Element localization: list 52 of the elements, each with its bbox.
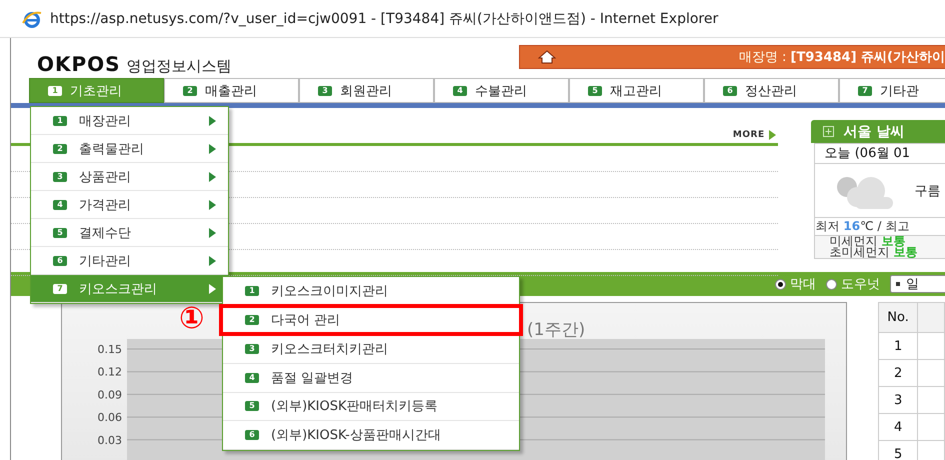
chart-title: (1주간) — [527, 320, 586, 340]
browser-icon — [22, 10, 42, 28]
menu-tab[interactable]: 7 기타관 — [839, 78, 945, 103]
store-name: 매장명 : [T93484] 쥬씨(가산하이 — [738, 49, 945, 66]
period-select[interactable]: 일 — [890, 275, 945, 293]
more-link[interactable]: MORE — [732, 130, 765, 140]
arrow-icon — [209, 144, 216, 154]
menu-tab[interactable]: 2 매출관리 — [164, 78, 299, 103]
dust-level-text: 초미세먼지 보통 — [830, 247, 918, 258]
arrow-icon — [209, 172, 216, 182]
system-name: 영업정보시스템 — [126, 57, 232, 76]
table-cell: 3 — [878, 386, 918, 414]
arrow-icon — [209, 256, 216, 266]
submenu-item[interactable]: 3 키오스크터치키관리 — [223, 336, 519, 364]
menu-item[interactable]: 5 결제수단 — [31, 219, 228, 247]
logo: OKPOS — [37, 52, 121, 76]
y-axis-label: 0.12 — [98, 366, 122, 379]
submenu-item[interactable]: 4 품절 일괄변경 — [223, 364, 519, 392]
weather-condition: 구름 — [914, 182, 941, 200]
step-number: ① — [179, 303, 204, 335]
table-cell: 4 — [878, 414, 918, 440]
dust-level-text: 미세먼지 보통 — [830, 236, 906, 247]
table-cell: 5 — [878, 440, 918, 460]
menu-tab[interactable]: 3 회원관리 — [299, 78, 434, 103]
arrow-icon — [209, 284, 216, 294]
table-cell: 1 — [878, 332, 918, 360]
menu-item[interactable]: 4 가격관리 — [31, 191, 228, 219]
menu-tab[interactable]: 6 정산관리 — [704, 78, 839, 103]
submenu-item[interactable]: 6 (외부)KIOSK-상품판매시간대 — [223, 421, 519, 450]
home-icon[interactable] — [538, 50, 556, 64]
submenu-item[interactable]: 1 키오스크이미지관리 — [223, 277, 519, 306]
y-axis-label: 0.09 — [98, 388, 122, 402]
menu-tab[interactable]: 4 수불관리 — [434, 78, 569, 103]
arrow-icon — [768, 130, 776, 140]
menu-tab[interactable]: 5 재고관리 — [569, 78, 704, 103]
submenu-item[interactable]: 2 다국어 관리 — [219, 304, 523, 336]
menu-item[interactable]: 2 출력물관리 — [31, 135, 228, 163]
arrow-icon — [209, 228, 216, 238]
table-cell: 2 — [878, 360, 918, 386]
menu-item[interactable]: 7 키오스크관리 — [31, 275, 228, 303]
arrow-icon — [209, 200, 216, 210]
y-axis-label: 0.03 — [98, 434, 122, 447]
y-axis-label: 0.15 — [98, 343, 122, 356]
window-title: https://asp.netusys.com/?v_user_id=cjw0091 - [T93484] 쥬씨(가산하이앤드점) - Internet Explorer — [50, 10, 718, 28]
column-header: No. — [878, 302, 918, 332]
arrow-icon — [209, 116, 216, 126]
menu-item[interactable]: 1 매장관리 — [31, 107, 228, 135]
weather-date: 오늘 (06월 01 — [814, 144, 945, 164]
y-axis-label: 0.06 — [98, 411, 122, 424]
weather-header: 서울 날씨 — [810, 120, 945, 143]
menu-item[interactable]: 3 상품관리 — [31, 163, 228, 191]
submenu-item[interactable]: 5 (외부)KIOSK판매터치키등록 — [223, 392, 519, 421]
